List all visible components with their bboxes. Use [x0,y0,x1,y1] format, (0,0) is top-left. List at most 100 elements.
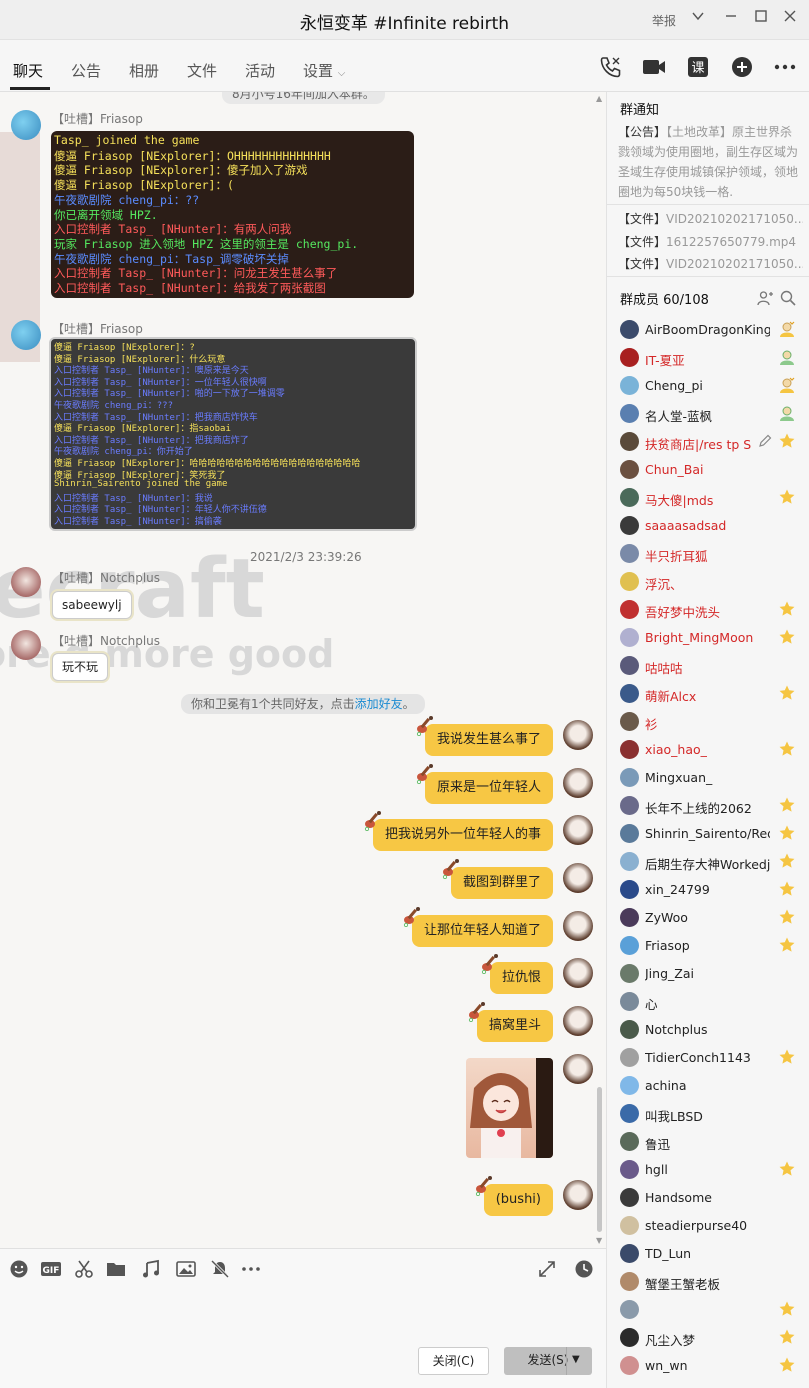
add-app-icon[interactable] [729,54,755,80]
mute-icon[interactable] [210,1259,230,1279]
member-avatar[interactable] [620,1132,639,1151]
report-button[interactable]: 举报 [652,12,676,29]
member-avatar[interactable] [620,1300,639,1319]
game-screenshot-image[interactable]: 傻逼 Friasop [NExplorer]：? 傻逼 Friasop [NExp… [49,337,417,531]
game-screenshot-image[interactable]: Tasp_ joined the game 傻逼 Friasop [NExplor… [51,131,414,298]
group-notice-title[interactable]: 群通知 [620,99,659,118]
emoji-icon[interactable] [9,1259,29,1279]
member-item[interactable]: 马大傻|mds [620,487,800,509]
more-icon[interactable] [772,54,798,80]
member-avatar[interactable] [620,320,639,339]
member-item[interactable]: 扶贫商店|/res tp S [620,431,800,453]
scroll-up-icon[interactable]: ▲ [596,94,602,103]
member-avatar[interactable] [620,656,639,675]
member-item[interactable]: Chun_Bai [620,459,800,481]
chevron-down-icon[interactable] [687,8,709,30]
member-avatar[interactable] [620,1048,639,1067]
my-message-bubble[interactable]: 原来是一位年轻人 [424,772,553,804]
member-avatar[interactable] [620,376,639,395]
member-item[interactable] [620,1299,800,1321]
member-item[interactable]: 名人堂-蓝枫 [620,403,800,425]
member-avatar[interactable] [620,460,639,479]
send-button[interactable]: 发送(S) ▼ [504,1347,592,1375]
member-avatar[interactable] [620,1020,639,1039]
message-bubble[interactable]: 玩不玩 [52,653,109,681]
scroll-down-icon[interactable]: ▼ [596,1236,602,1245]
member-item[interactable]: Shinrin_Sairento/Reda [620,823,800,845]
my-avatar[interactable] [563,1180,593,1210]
my-message-bubble[interactable]: 让那位年轻人知道了 [411,915,553,947]
tab-album[interactable]: 相册 [129,60,159,81]
my-avatar[interactable] [563,768,593,798]
my-avatar[interactable] [563,863,593,893]
anime-girl-image[interactable] [466,1058,553,1158]
folder-icon[interactable] [106,1259,126,1279]
class-icon[interactable]: 课 [685,54,711,80]
my-avatar[interactable] [563,1054,593,1084]
close-icon[interactable] [779,8,801,30]
member-avatar[interactable] [620,684,639,703]
gif-icon[interactable]: GIF [40,1259,61,1279]
file-item[interactable]: 【文件】VID20210202171050.... [618,210,803,227]
member-avatar[interactable] [620,600,639,619]
member-item[interactable]: 蟹堡王蟹老板 [620,1271,800,1293]
member-item[interactable]: wn_wn [620,1355,800,1377]
member-item[interactable]: AirBoomDragonKing [620,319,800,341]
member-avatar[interactable] [620,432,639,451]
member-item[interactable]: achina [620,1075,800,1097]
scrollbar-thumb[interactable] [597,1087,602,1232]
member-avatar[interactable] [620,1356,639,1375]
member-item[interactable]: xin_24799 [620,879,800,901]
member-avatar[interactable] [620,348,639,367]
my-avatar[interactable] [563,720,593,750]
member-avatar[interactable] [620,488,639,507]
message-bubble[interactable]: sabeewylj [52,591,132,619]
member-avatar[interactable] [620,1160,639,1179]
music-icon[interactable] [141,1259,161,1279]
member-item[interactable]: Mingxuan_ [620,767,800,789]
message-input-area[interactable]: GIF 关闭(C) 发送(S) ▼ [0,1248,606,1388]
tab-activity[interactable]: 活动 [245,60,275,81]
chat-area[interactable]: ecraft ore g more good 8月小号16年间加入本群。 【吐槽… [0,92,606,1248]
chevron-down-icon[interactable]: ▼ [572,1347,580,1373]
add-member-icon[interactable] [757,290,773,306]
member-avatar[interactable] [620,1216,639,1235]
avatar[interactable] [11,110,41,140]
member-item[interactable]: 长年不上线的2062 [620,795,800,817]
image-icon[interactable] [176,1259,196,1279]
member-item[interactable]: 吾好梦中洗头 [620,599,800,621]
tab-announcement[interactable]: 公告 [71,60,101,81]
member-item[interactable]: 叫我LBSD [620,1103,800,1125]
member-avatar[interactable] [620,824,639,843]
tab-chat[interactable]: 聊天 [13,60,43,81]
more-icon[interactable] [240,1259,260,1279]
member-avatar[interactable] [620,628,639,647]
member-item[interactable]: IT-夏亚 [620,347,800,369]
tab-files[interactable]: 文件 [187,60,217,81]
member-item[interactable]: 咕咕咕 [620,655,800,677]
member-avatar[interactable] [620,936,639,955]
member-item[interactable]: 萌新Alcx [620,683,800,705]
member-avatar[interactable] [620,1328,639,1347]
member-item[interactable]: 半只折耳狐 [620,543,800,565]
edit-icon[interactable] [757,433,773,449]
chat-scrollbar[interactable]: ▲ ▼ [594,92,604,1248]
member-item[interactable]: Bright_MingMoon [620,627,800,649]
scissors-icon[interactable] [74,1259,94,1279]
member-item[interactable]: hgll [620,1159,800,1181]
phone-icon[interactable] [597,54,623,80]
member-item[interactable]: Friasop [620,935,800,957]
member-item[interactable]: steadierpurse40 [620,1215,800,1237]
member-item[interactable]: 心 [620,991,800,1013]
my-message-bubble[interactable]: 我说发生甚么事了 [424,724,553,756]
maximize-icon[interactable] [750,8,772,30]
member-item[interactable]: 凡尘入梦 [620,1327,800,1349]
member-avatar[interactable] [620,1104,639,1123]
member-avatar[interactable] [620,992,639,1011]
my-avatar[interactable] [563,815,593,845]
avatar[interactable] [11,567,41,597]
member-avatar[interactable] [620,1076,639,1095]
member-avatar[interactable] [620,908,639,927]
member-list-scrollbar[interactable] [803,92,809,1388]
member-avatar[interactable] [620,516,639,535]
